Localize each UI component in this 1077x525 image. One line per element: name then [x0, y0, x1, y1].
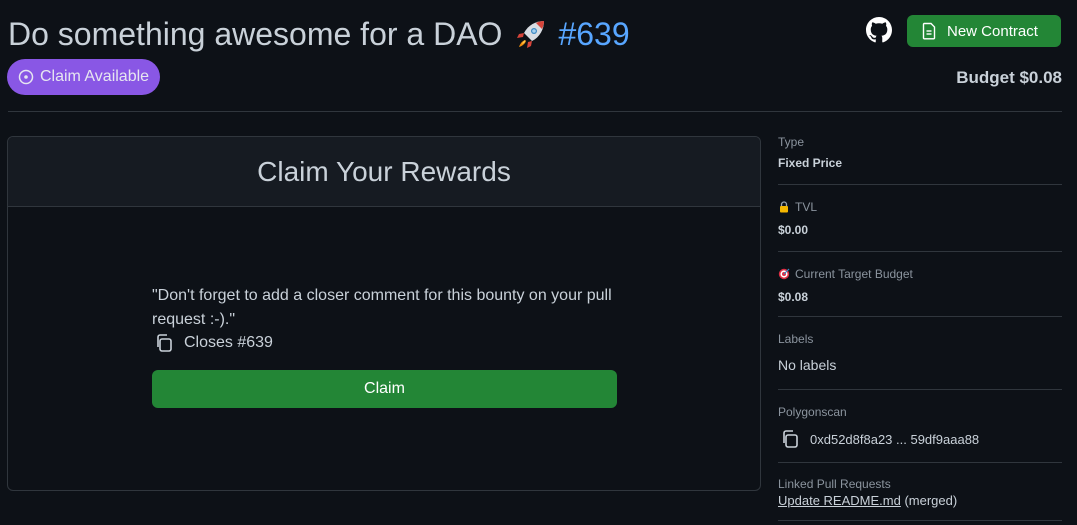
document-icon [922, 22, 936, 40]
linked-label: Linked Pull Requests [778, 477, 891, 491]
budget-label: Budget $0.08 [956, 68, 1062, 87]
tvl-label-row: TVL [778, 200, 1062, 214]
copy-icon[interactable] [780, 429, 800, 449]
claim-button[interactable]: Claim [152, 370, 617, 408]
claim-card: Claim Your Rewards "Don't forget to add … [7, 136, 761, 491]
sidebar-polygonscan: Polygonscan 0xd52d8f8a23 ... 59df9aaa88 [778, 390, 1062, 463]
polygonscan-label: Polygonscan [778, 405, 847, 419]
sidebar-labels: Labels No labels [778, 317, 1062, 390]
sidebar-target-budget: Current Target Budget $0.08 [778, 252, 1062, 317]
tvl-value: $0.00 [778, 223, 809, 237]
type-value: Fixed Price [778, 156, 843, 170]
github-icon[interactable] [866, 17, 892, 43]
dot-circle-icon [18, 69, 34, 85]
labels-label: Labels [778, 332, 814, 346]
title-text: Do something awesome for a DAO [8, 15, 503, 52]
status-badge-label: Claim Available [39, 68, 150, 85]
linked-pr-status: (merged) [904, 493, 958, 508]
polygonscan-address[interactable]: 0xd52d8f8a23 ... 59df9aaa88 [810, 432, 979, 447]
sidebar-linked-prs: Linked Pull Requests Update README.md (m… [778, 463, 1062, 508]
rocket-icon [514, 17, 548, 51]
target-value: $0.08 [778, 290, 809, 304]
closes-row: Closes #639 [154, 333, 273, 353]
page: Do something awesome for a DAO #639 Clai… [0, 0, 1077, 525]
target-icon [778, 268, 790, 280]
closer-comment-quote: "Don't forget to add a closer comment fo… [152, 287, 612, 328]
closes-text: Closes #639 [184, 334, 273, 351]
type-label: Type [778, 135, 805, 149]
header-divider [8, 111, 1062, 112]
sidebar-bottom-divider [778, 520, 1062, 521]
new-contract-button[interactable]: New Contract [907, 15, 1061, 47]
page-title: Do something awesome for a DAO #639 [8, 12, 630, 56]
status-badge: Claim Available [7, 59, 160, 95]
copy-icon[interactable] [154, 333, 174, 353]
sidebar: Type Fixed Price TVL $0.00 Current Targe… [778, 132, 1062, 508]
labels-value: No labels [778, 357, 837, 373]
lock-icon [780, 201, 788, 213]
linked-pr-row: Update README.md (merged) [778, 493, 1062, 508]
polygonscan-row: 0xd52d8f8a23 ... 59df9aaa88 [778, 429, 1062, 449]
claim-card-heading: Claim Your Rewards [8, 137, 760, 207]
issue-number-link[interactable]: #639 [558, 16, 629, 53]
sidebar-tvl: TVL $0.00 [778, 185, 1062, 252]
new-contract-label: New Contract [947, 22, 1038, 40]
linked-pr-link[interactable]: Update README.md [778, 493, 901, 508]
target-label-row: Current Target Budget [778, 267, 1062, 281]
target-label: Current Target Budget [795, 267, 913, 281]
sidebar-type: Type Fixed Price [778, 132, 1062, 185]
tvl-label: TVL [795, 200, 818, 214]
